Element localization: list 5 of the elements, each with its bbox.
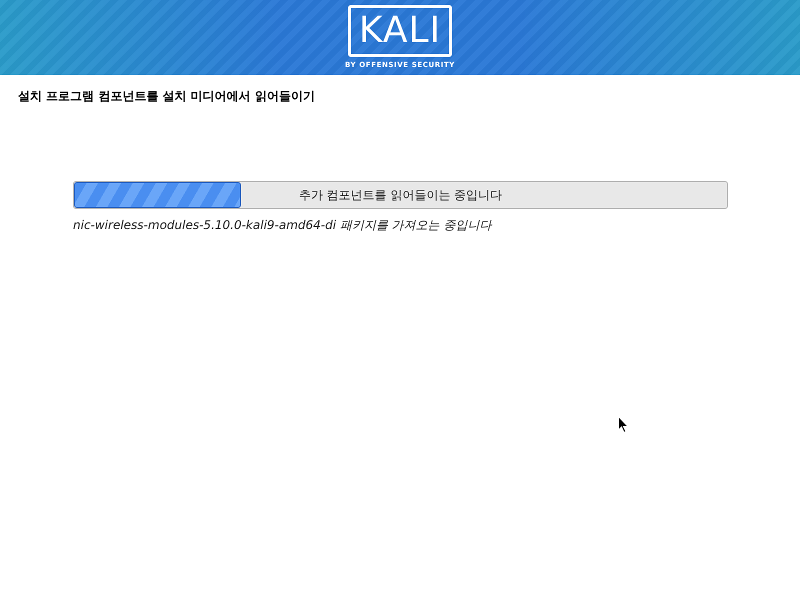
status-text: nic-wireless-modules-5.10.0-kali9-amd64-di 패키지를 가져오는 중입니다 xyxy=(73,217,494,234)
logo-wordmark: KALI xyxy=(358,13,442,49)
mouse-pointer-icon xyxy=(618,416,629,433)
progress-label: 추가 컴포넌트를 읽어들이는 중입니다 xyxy=(298,186,502,204)
page-title: 설치 프로그램 컴포넌트를 설치 미디어에서 읽어들이기 xyxy=(17,88,316,105)
